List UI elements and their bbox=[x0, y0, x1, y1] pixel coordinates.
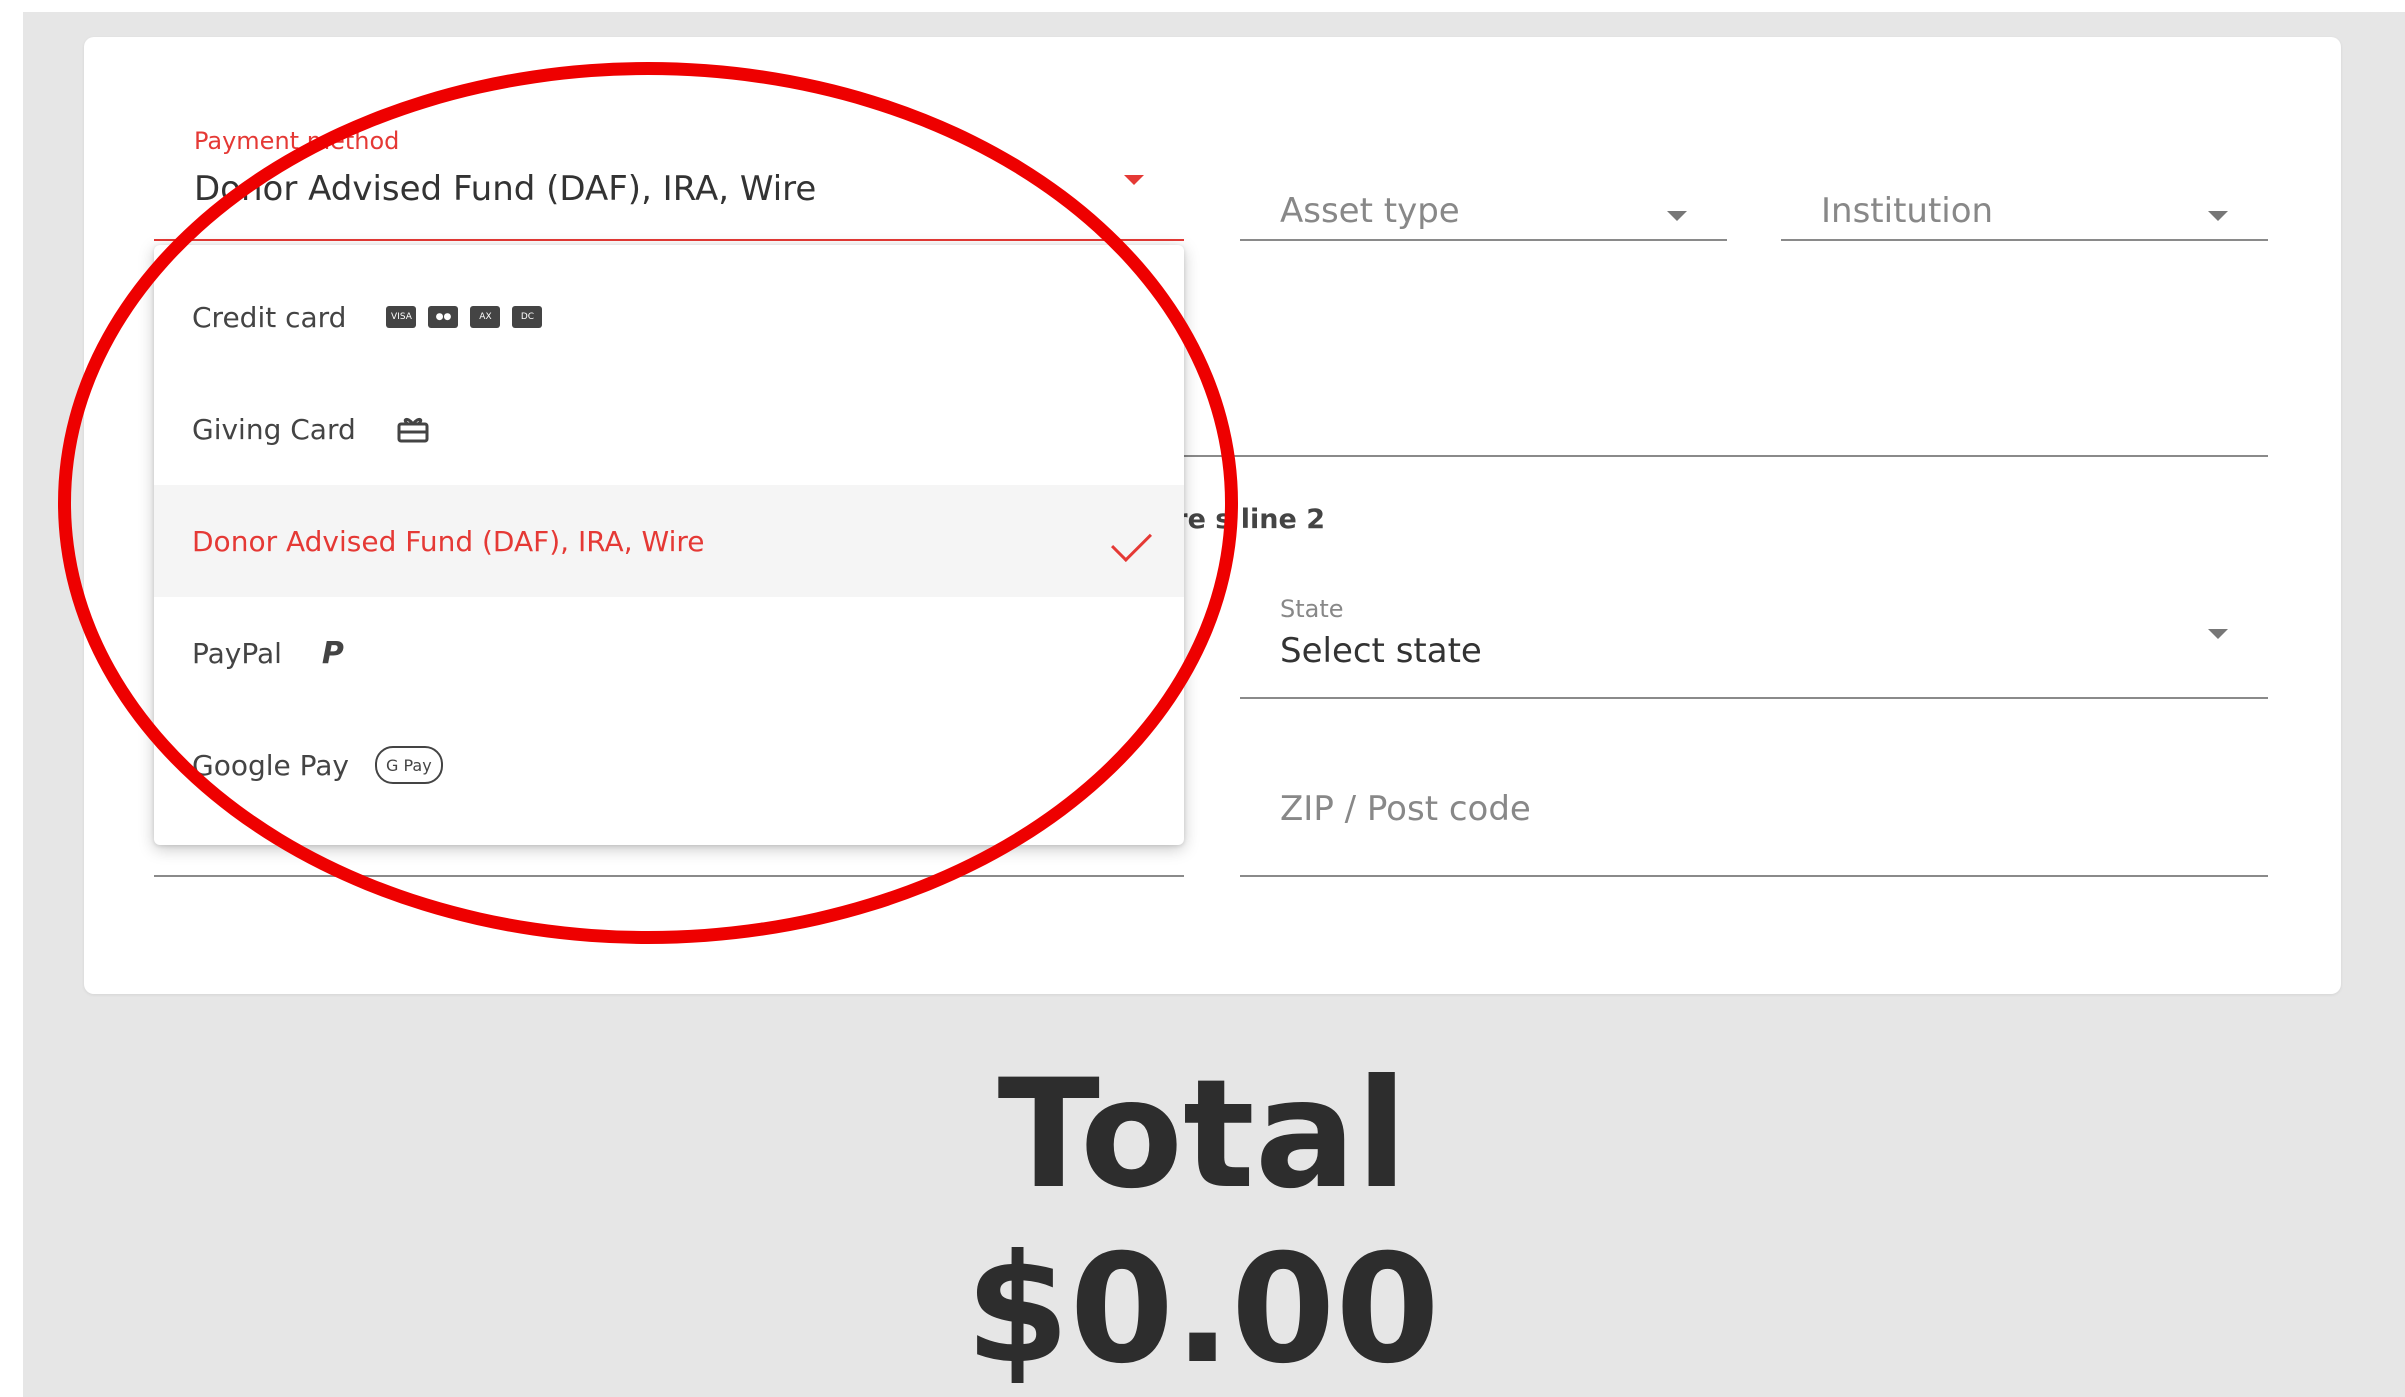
paypal-icon: P bbox=[321, 635, 344, 671]
option-daf-ira-wire[interactable]: Donor Advised Fund (DAF), IRA, Wire bbox=[154, 485, 1184, 597]
total-label: Total bbox=[997, 1048, 1408, 1222]
payment-method-select[interactable]: Payment method Donor Advised Fund (DAF),… bbox=[154, 127, 1184, 241]
institution-select[interactable]: Institution bbox=[1781, 127, 2268, 241]
option-google-pay[interactable]: Google Pay G Pay bbox=[154, 709, 1184, 821]
option-label: Credit card bbox=[192, 300, 347, 334]
checkmark-icon bbox=[1110, 520, 1153, 563]
zip-field[interactable]: ZIP / Post code bbox=[1240, 767, 2268, 877]
gift-card-icon bbox=[397, 417, 429, 443]
zip-underline bbox=[1240, 875, 2268, 877]
visa-icon: VISA bbox=[386, 306, 417, 328]
chevron-down-icon bbox=[1124, 175, 1144, 185]
chevron-down-icon bbox=[1667, 211, 1687, 221]
state-select[interactable]: State Select state bbox=[1240, 585, 2268, 699]
payment-method-label: Payment method bbox=[194, 127, 400, 155]
asset-type-underline bbox=[1240, 239, 1727, 241]
state-label: State bbox=[1280, 595, 1344, 623]
payment-method-value: Donor Advised Fund (DAF), IRA, Wire bbox=[194, 169, 817, 209]
option-giving-card[interactable]: Giving Card bbox=[154, 373, 1184, 485]
gpay-badge: G Pay bbox=[375, 746, 443, 784]
option-label: Google Pay bbox=[192, 748, 349, 782]
option-credit-card[interactable]: Credit card VISA ●● AX DC bbox=[154, 261, 1184, 373]
state-underline bbox=[1240, 697, 2268, 699]
payment-method-underline bbox=[154, 239, 1184, 241]
option-paypal[interactable]: PayPal P bbox=[154, 597, 1184, 709]
asset-type-select[interactable]: Asset type bbox=[1240, 127, 1727, 241]
chevron-down-icon bbox=[2208, 629, 2228, 639]
mastercard-icon: ●● bbox=[428, 306, 459, 328]
zip-placeholder: ZIP / Post code bbox=[1280, 789, 1531, 829]
discover-icon: DC bbox=[512, 306, 543, 328]
total-amount: $0.00 bbox=[965, 1223, 1440, 1397]
institution-placeholder: Institution bbox=[1821, 191, 1994, 231]
asset-type-placeholder: Asset type bbox=[1280, 191, 1460, 231]
payment-method-dropdown: Credit card VISA ●● AX DC Giving Card Do… bbox=[154, 245, 1184, 845]
address-line-2-label: lre s line 2 bbox=[1165, 504, 1325, 535]
city-underline bbox=[154, 875, 1184, 877]
amex-icon: AX bbox=[470, 306, 501, 328]
institution-underline bbox=[1781, 239, 2268, 241]
state-value: Select state bbox=[1280, 631, 1482, 671]
option-label: Donor Advised Fund (DAF), IRA, Wire bbox=[192, 524, 705, 558]
option-label: PayPal bbox=[192, 636, 282, 670]
chevron-down-icon bbox=[2208, 211, 2228, 221]
option-label: Giving Card bbox=[192, 412, 356, 446]
